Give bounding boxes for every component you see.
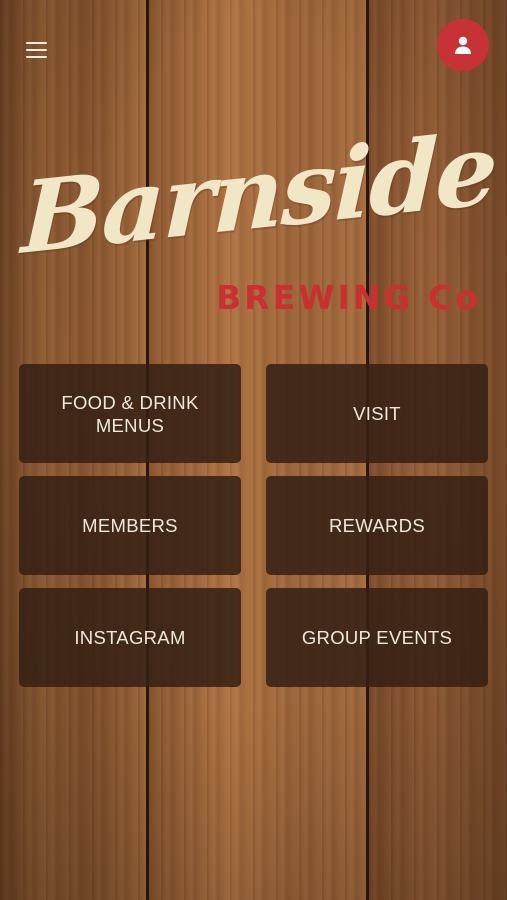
logo-script-text: Barnside [19,111,498,277]
logo-sub-text: BREWING Co [216,278,481,317]
hamburger-line [26,56,47,58]
main-menu-grid: FOOD & DRINK MENUS VISIT MEMBERS REWARDS… [19,364,489,687]
brand-logo: Barnside BREWING Co [20,111,498,330]
visit-button[interactable]: VISIT [266,364,488,463]
group-events-button[interactable]: GROUP EVENTS [266,588,488,687]
hamburger-menu-icon [26,42,47,44]
instagram-button[interactable]: INSTAGRAM [19,588,241,687]
rewards-button[interactable]: REWARDS [266,476,488,575]
hamburger-line [26,49,47,51]
food-drink-menus-button[interactable]: FOOD & DRINK MENUS [19,364,241,463]
user-icon [455,36,471,54]
members-button[interactable]: MEMBERS [19,476,241,575]
menu-button[interactable] [26,36,56,64]
profile-button[interactable] [437,19,489,71]
